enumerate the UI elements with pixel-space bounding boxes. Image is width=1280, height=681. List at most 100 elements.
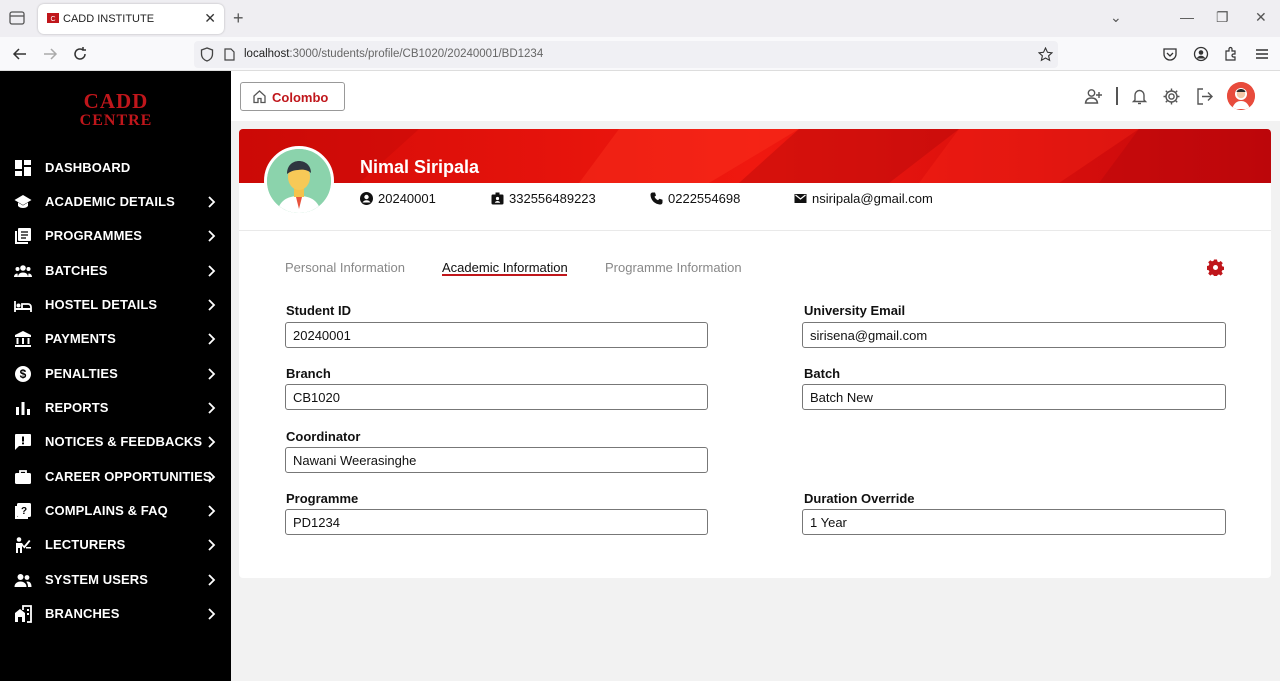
topbar-separator [1116,87,1118,105]
svg-text:?: ? [21,506,27,517]
sidebar-item-label: REPORTS [45,400,109,415]
reload-icon[interactable] [72,46,88,62]
batch-label: Batch [804,366,841,381]
branch-field[interactable]: CB1020 [285,384,708,410]
account-icon[interactable] [1193,46,1209,62]
svg-text:CENTRE: CENTRE [80,112,153,127]
active-tab-indicator [442,274,567,276]
bar-chart-icon [16,402,30,415]
sidebar-item-academic-details[interactable]: ACADEMIC DETAILS [0,189,231,215]
cadd-favicon-icon: C [47,13,59,23]
tab-personal-information[interactable]: Personal Information [285,260,405,275]
sidebar-item-label: PENALTIES [45,366,118,381]
tab-academic-information[interactable]: Academic Information [442,260,568,275]
tab-overflow-chevron-icon[interactable]: ⌄ [1110,9,1122,25]
close-tab-icon[interactable]: ✕ [204,11,216,25]
back-arrow-icon[interactable] [12,46,28,62]
sidebar-item-dashboard[interactable]: DASHBOARD [0,155,231,181]
sidebar-item-hostel-details[interactable]: HOSTEL DETAILS [0,292,231,318]
graduation-cap-icon [14,195,32,208]
chevron-right-icon [208,539,216,551]
cadd-centre-logo: CADD CENTRE [61,91,171,127]
duration-override-field[interactable]: 1 Year [802,509,1226,535]
sidebar-item-system-users[interactable]: SYSTEM USERS [0,567,231,593]
sidebar-item-lecturers[interactable]: LECTURERS [0,532,231,558]
chevron-right-icon [208,265,216,277]
chevron-right-icon [208,608,216,620]
sidebar-item-payments[interactable]: PAYMENTS [0,326,231,352]
student-name: Nimal Siripala [360,157,480,177]
edit-settings-gear-icon[interactable] [1207,259,1224,276]
notification-bell-icon[interactable] [1130,87,1149,106]
chevron-right-icon [208,505,216,517]
restore-icon[interactable]: ❐ [1216,9,1229,25]
close-window-icon[interactable]: ✕ [1255,9,1267,25]
browser-tab[interactable]: C CADD INSTITUTE ✕ [38,4,224,34]
bookmark-star-icon[interactable] [1038,47,1053,62]
users-icon [14,574,32,587]
coordinator-label: Coordinator [286,429,361,444]
svg-text:C: C [50,16,55,23]
chevron-right-icon [208,436,216,448]
student-avatar [264,146,334,216]
browser-tab-strip: C CADD INSTITUTE ✕ + ⌄ — ❐ ✕ [0,0,1280,37]
branch-selector-button[interactable]: Colombo [240,82,345,111]
coordinator-field[interactable]: Nawani Weerasinghe [285,447,708,473]
logout-icon[interactable] [1195,87,1214,106]
sidebar-item-label: PROGRAMMES [45,228,143,243]
dashboard-icon [15,160,31,176]
sidebar-item-batches[interactable]: BATCHES [0,258,231,284]
account-circle-icon [360,192,373,205]
sidebar-item-label: SYSTEM USERS [45,572,149,587]
bed-icon [14,301,32,312]
tab-programme-information[interactable]: Programme Information [605,260,742,275]
programme-field[interactable]: PD1234 [285,509,708,535]
sidebar: CADD CENTRE DASHBOARD ACADEMIC DETAILS PRO… [0,71,231,681]
sidebar-item-reports[interactable]: REPORTS [0,395,231,421]
sidebar-item-label: BATCHES [45,263,108,278]
sidebar-item-programmes[interactable]: PROGRAMMES [0,223,231,249]
briefcase-icon [15,470,31,484]
sidebar-item-label: ACADEMIC DETAILS [45,194,175,209]
sidebar-item-label: PAYMENTS [45,331,116,346]
id-badge-icon [491,192,504,205]
minimize-icon[interactable]: — [1180,9,1194,25]
duration-override-label: Duration Override [804,491,915,506]
tab-title: CADD INSTITUTE [63,13,155,25]
sidebar-item-label: CAREER OPPORTUNITIES [45,469,212,484]
new-tab-icon[interactable]: + [233,9,244,27]
sidebar-item-penalties[interactable]: $ PENALTIES [0,361,231,387]
sidebar-item-label: HOSTEL DETAILS [45,297,158,312]
home-icon [253,90,266,104]
url-text: localhost:3000/students/profile/CB1020/2… [244,48,544,60]
student-id-label: Student ID [286,303,351,318]
sidebar-item-notices-and-feedbacks[interactable]: NOTICES & FEEDBACKS [0,429,231,455]
chevron-right-icon [208,333,216,345]
pocket-icon[interactable] [1162,46,1178,62]
batch-field[interactable]: Batch New [802,384,1226,410]
user-avatar[interactable] [1227,82,1255,110]
menu-hamburger-icon[interactable] [1254,46,1270,62]
branches-icon [15,605,32,623]
dollar-circle-icon: $ [15,366,31,382]
university-email-label: University Email [804,303,906,318]
user-avatar-icon [1227,82,1255,110]
forward-arrow-icon[interactable] [42,46,58,62]
page-info-icon[interactable] [224,48,235,61]
sidebar-item-career-opportunities[interactable]: CAREER OPPORTUNITIES [0,464,231,490]
sidebar-item-branches[interactable]: BRANCHES [0,601,231,627]
address-bar[interactable]: localhost:3000/students/profile/CB1020/2… [194,41,1058,68]
student-id-field[interactable]: 20240001 [285,322,708,348]
shield-icon[interactable] [200,47,214,62]
extensions-icon[interactable] [1223,46,1239,62]
settings-gear-icon[interactable] [1162,87,1181,106]
sidebar-item-complains-and-faq[interactable]: ? COMPLAINS & FAQ [0,498,231,524]
chevron-right-icon [208,574,216,586]
chevron-right-icon [208,402,216,414]
branch-label: Branch [286,366,331,381]
library-books-icon [15,228,31,244]
university-email-field[interactable]: sirisena@gmail.com [802,322,1226,348]
sidebar-item-label: LECTURERS [45,537,126,552]
add-user-icon[interactable] [1084,87,1103,106]
list-all-tabs-icon[interactable] [9,11,25,25]
